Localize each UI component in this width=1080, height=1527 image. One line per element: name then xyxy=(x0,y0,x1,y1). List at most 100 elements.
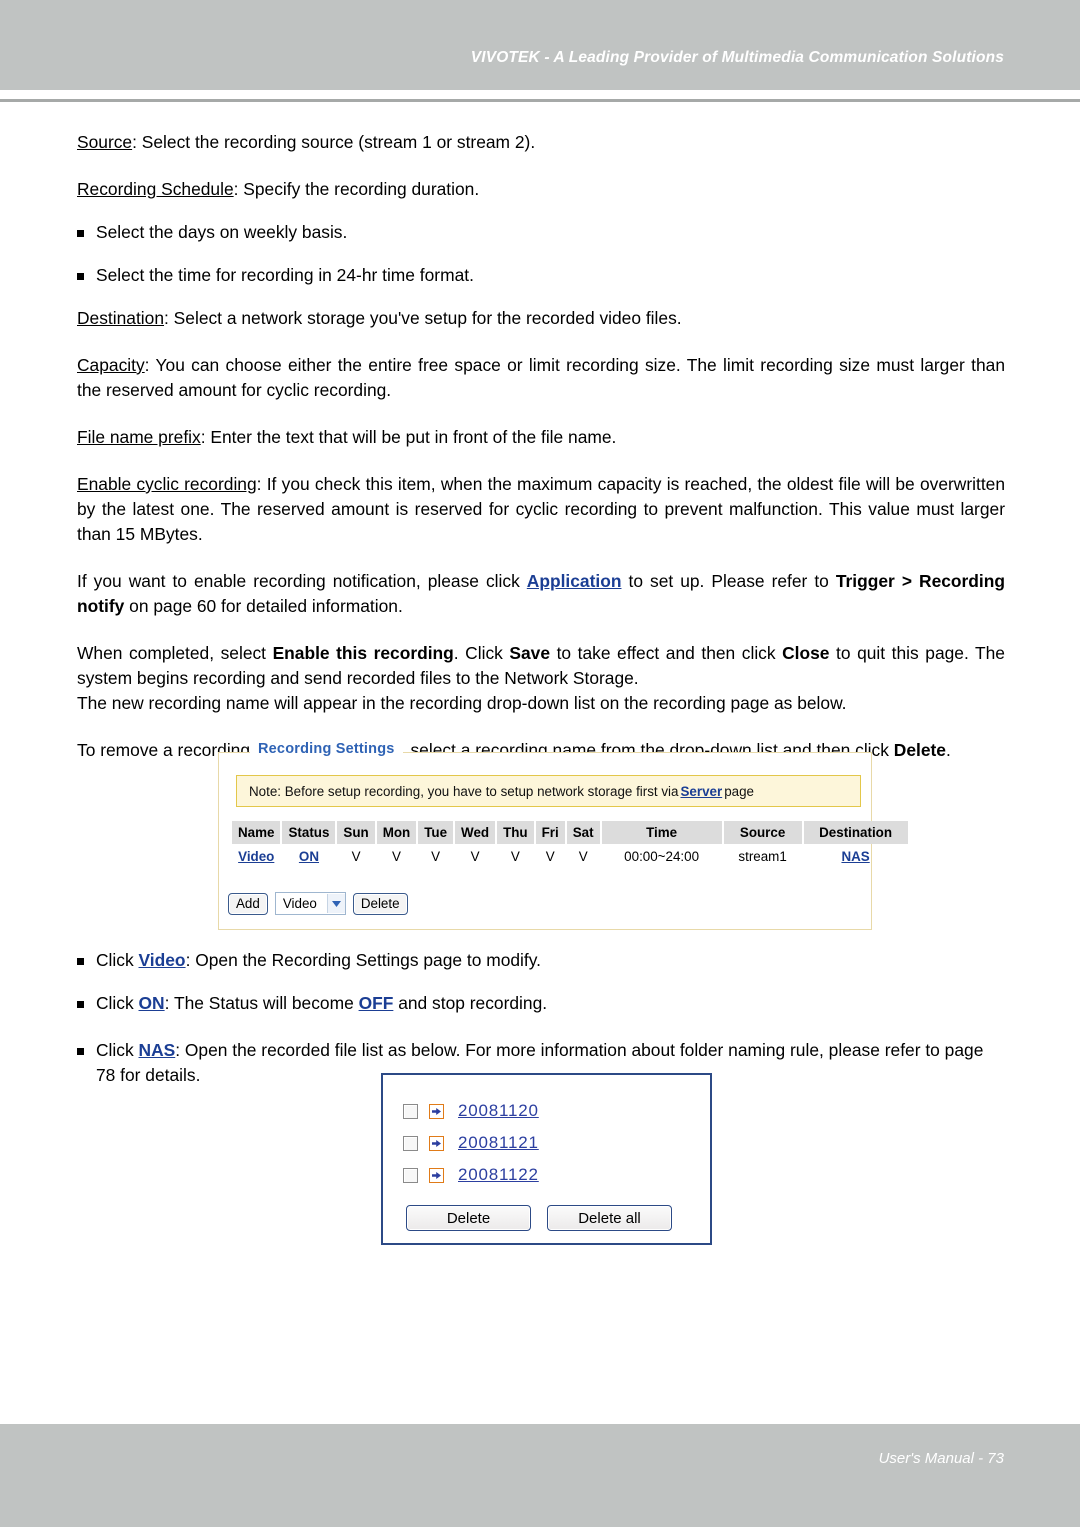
delete-button[interactable]: Delete xyxy=(352,892,408,915)
file-checkbox[interactable] xyxy=(403,1103,418,1119)
arrow-right-icon[interactable] xyxy=(429,1135,444,1151)
nas-link[interactable]: NAS xyxy=(139,1040,176,1060)
folder-link[interactable]: 20081121 xyxy=(458,1133,539,1153)
bullet-on-text-3: and stop recording. xyxy=(393,993,548,1013)
paragraph-enable-cyclic-recording: Enable cyclic recording: If you check th… xyxy=(77,472,1005,547)
cell-name-link[interactable]: Video xyxy=(232,844,280,869)
file-delete-button[interactable]: Delete xyxy=(406,1205,531,1231)
bullet-select-time-label: Select the time for recording in 24-hr t… xyxy=(96,265,474,285)
column-header-source: Source xyxy=(723,821,802,844)
bullet-square-icon xyxy=(77,273,84,280)
bullet-on-text-1: Click xyxy=(96,993,139,1013)
table-header-row: Name Status Sun Mon Tue Wed Thu Fri Sat … xyxy=(232,821,908,844)
file-checkbox[interactable] xyxy=(403,1135,418,1151)
arrow-right-icon[interactable] xyxy=(429,1103,444,1119)
recording-settings-legend: Recording Settings xyxy=(250,741,403,757)
bullet-square-icon xyxy=(77,230,84,237)
file-list-buttons: Delete Delete all xyxy=(406,1205,672,1231)
cell-tue: V xyxy=(431,849,441,864)
bullet-select-days: Select the days on weekly basis. xyxy=(77,220,1005,245)
video-link[interactable]: Video xyxy=(139,950,186,970)
cell-source: stream1 xyxy=(738,849,787,864)
paragraph-destination-text: : Select a network storage you've setup … xyxy=(164,308,682,328)
column-header-name: Name xyxy=(232,821,281,844)
bullet-select-time: Select the time for recording in 24-hr t… xyxy=(77,263,1005,288)
recording-name-link[interactable]: Video xyxy=(238,849,274,864)
cell-wed: V xyxy=(470,849,480,864)
recorded-file-list-panel: 20081120 20081121 20081122 Delete Delete… xyxy=(381,1073,712,1245)
recording-select-value: Video xyxy=(282,896,317,911)
chevron-down-icon[interactable] xyxy=(326,894,345,913)
recording-select[interactable]: Video xyxy=(274,892,346,915)
folder-link[interactable]: 20081122 xyxy=(458,1165,539,1185)
server-link[interactable]: Server xyxy=(680,784,722,799)
page-header-title: VIVOTEK - A Leading Provider of Multimed… xyxy=(470,49,1004,66)
cell-sat: V xyxy=(578,849,588,864)
bullet-square-icon xyxy=(77,1001,84,1008)
cell-sun: V xyxy=(351,849,361,864)
file-list-rows: 20081120 20081121 20081122 xyxy=(403,1095,539,1191)
cell-status-link[interactable]: ON xyxy=(282,844,335,869)
header-divider xyxy=(0,99,1080,102)
remove-text-2: . xyxy=(945,740,951,760)
notify-bold-trigger: Trigger > xyxy=(835,571,912,591)
recording-settings-table: Name Status Sun Mon Tue Wed Thu Fri Sat … xyxy=(230,821,910,869)
post-panel-bullets: Click Video: Open the Recording Settings… xyxy=(77,948,1005,1088)
bullet-select-days-label: Select the days on weekly basis. xyxy=(96,222,348,242)
term-file-name-prefix: File name prefix xyxy=(77,427,201,447)
destination-nas-link[interactable]: NAS xyxy=(841,849,869,864)
paragraph-source: Source: Select the recording source (str… xyxy=(77,130,1005,155)
column-header-fri: Fri xyxy=(535,821,565,844)
column-header-thu: Thu xyxy=(497,821,534,844)
arrow-right-icon[interactable] xyxy=(429,1167,444,1183)
term-source: Source xyxy=(77,132,133,152)
paragraph-when-completed: When completed, select Enable this recor… xyxy=(77,641,1005,691)
bullet-nas-text-1: Click xyxy=(96,1040,139,1060)
file-checkbox[interactable] xyxy=(403,1167,418,1183)
paragraph-capacity: Capacity: You can choose either the enti… xyxy=(77,353,1005,403)
application-link[interactable]: Application xyxy=(527,571,622,591)
completed-bold-close: Close xyxy=(782,643,830,663)
page-footer-band: User's Manual - 73 xyxy=(0,1424,1080,1527)
column-header-time: Time xyxy=(601,821,722,844)
term-destination: Destination xyxy=(77,308,165,328)
recording-settings-controls: Add Video Delete xyxy=(228,892,408,915)
completed-text-1: When completed, select xyxy=(77,643,273,663)
note-text-prefix: Note: Before setup recording, you have t… xyxy=(249,783,679,799)
cell-mon: V xyxy=(392,849,401,864)
completed-bold-save: Save xyxy=(509,643,551,663)
list-item: 20081121 xyxy=(403,1127,539,1159)
cell-fri: V xyxy=(545,849,555,864)
column-header-wed: Wed xyxy=(455,821,496,844)
term-capacity: Capacity xyxy=(77,355,145,375)
paragraph-file-name-prefix: File name prefix: Enter the text that wi… xyxy=(77,425,1005,450)
column-header-sun: Sun xyxy=(337,821,375,844)
bullet-video-text-2: : Open the Recording Settings page to mo… xyxy=(185,950,541,970)
column-header-mon: Mon xyxy=(376,821,417,844)
table-row: Video ON V V V V V V V 00:00~24:00 strea… xyxy=(232,844,908,869)
cell-destination-link[interactable]: NAS xyxy=(804,844,908,869)
folder-link[interactable]: 20081120 xyxy=(458,1101,539,1121)
bullet-square-icon xyxy=(77,958,84,965)
column-header-destination: Destination xyxy=(803,821,908,844)
paragraph-recording-schedule: Recording Schedule: Specify the recordin… xyxy=(77,177,1005,202)
off-link[interactable]: OFF xyxy=(359,993,394,1013)
column-header-status: Status xyxy=(282,821,336,844)
completed-text-2: . Click xyxy=(453,643,510,663)
recording-status-link[interactable]: ON xyxy=(299,849,319,864)
on-link[interactable]: ON xyxy=(139,993,165,1013)
file-delete-all-button[interactable]: Delete all xyxy=(547,1205,672,1231)
bullet-click-video: Click Video: Open the Recording Settings… xyxy=(77,948,1005,973)
bullet-video-text-1: Click xyxy=(96,950,139,970)
notify-text-3: on page 60 for detailed information. xyxy=(124,596,403,616)
page-footer-text: User's Manual - 73 xyxy=(878,1450,1004,1467)
cell-time: 00:00~24:00 xyxy=(624,849,700,864)
completed-text-3: to take effect and then click xyxy=(550,643,783,663)
completed-bold-enable-this-recording: Enable this recording xyxy=(272,643,454,663)
term-enable-cyclic-recording: Enable cyclic recording xyxy=(77,474,257,494)
add-button[interactable]: Add xyxy=(228,892,268,915)
bullet-square-icon xyxy=(77,1048,84,1055)
notify-text-2: to set up. Please refer to xyxy=(621,571,836,591)
recording-settings-note: Note: Before setup recording, you have t… xyxy=(236,775,861,807)
remove-bold-delete: Delete xyxy=(893,740,946,760)
